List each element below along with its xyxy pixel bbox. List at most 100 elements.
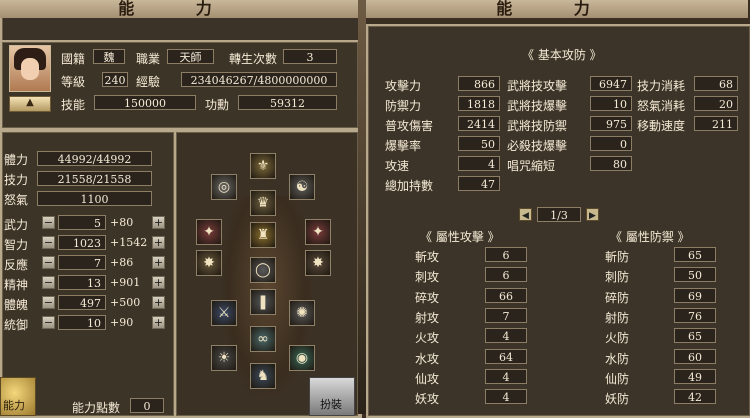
attribute-minus-button[interactable]: −: [42, 236, 55, 249]
elemental-attack-label: 水攻: [415, 351, 440, 366]
attribute-base-value: 10: [58, 315, 106, 330]
attribute-plus-button[interactable]: +: [152, 316, 165, 329]
elemental-defense-label: 火防: [605, 331, 630, 346]
mount-slot[interactable]: ♞: [250, 363, 276, 389]
elemental-attack-value: 7: [485, 307, 527, 323]
attribute-bonus-value: +90: [110, 316, 134, 329]
basic-stat-label: 普攻傷害: [385, 119, 434, 133]
weapon-icon: ⚜: [256, 158, 270, 174]
elemental-defense-value: 76: [674, 307, 716, 323]
right-ring-slot[interactable]: ✦: [305, 219, 331, 245]
basic-stat-value: 2414: [458, 116, 500, 131]
gloves-icon: ✺: [296, 305, 308, 321]
basic-stat-value: 975: [590, 116, 632, 131]
attribute-plus-button[interactable]: +: [152, 296, 165, 309]
attribute-defense-header: 《 屬性防禦 》: [610, 230, 690, 244]
boots-slot[interactable]: ⚔: [211, 300, 237, 326]
caret-left-icon: ◀: [522, 211, 529, 221]
costume-corner-label: 扮裝: [320, 398, 342, 411]
exp-label: 經驗: [136, 75, 161, 89]
vital-value: 44992/44992: [37, 151, 152, 166]
basic-stat-label: 移動速度: [637, 119, 686, 133]
page-prev-button[interactable]: ◀: [519, 208, 532, 221]
ring-slot[interactable]: ◉: [289, 345, 315, 371]
belt-slot[interactable]: ◯: [250, 257, 276, 283]
weapon-slot[interactable]: ⚜: [250, 153, 276, 179]
nationality-label: 國籍: [61, 52, 86, 66]
job-label: 職業: [136, 52, 161, 66]
gem-slot[interactable]: ✸: [305, 250, 331, 276]
armor-slot[interactable]: ♜: [250, 222, 276, 248]
attribute-label: 反應: [4, 258, 29, 272]
ability-corner-button[interactable]: 能力: [0, 377, 36, 416]
elemental-defense-value: 42: [674, 389, 716, 405]
basic-stat-label: 技力消耗: [637, 79, 686, 93]
ability-corner-label: 能力: [3, 399, 25, 412]
job-value: 天師: [167, 49, 214, 64]
gem-icon: ✸: [312, 255, 324, 271]
gloves-slot[interactable]: ✺: [289, 300, 315, 326]
skill-value: 150000: [94, 95, 196, 110]
basic-stat-value: 10: [590, 96, 632, 111]
elemental-defense-label: 妖防: [605, 392, 630, 407]
rebirth-label: 轉生次數: [229, 52, 278, 66]
caret-right-icon: ▶: [589, 211, 596, 221]
attribute-plus-button[interactable]: +: [152, 256, 165, 269]
elemental-defense-value: 65: [674, 247, 716, 262]
left-ring-slot[interactable]: ✦: [196, 219, 222, 245]
attribute-plus-button[interactable]: +: [152, 276, 165, 289]
basic-stat-value: 866: [458, 76, 500, 91]
amulet-slot[interactable]: ☀: [211, 345, 237, 371]
bracelet-slot[interactable]: ∞: [250, 326, 276, 352]
vital-value: 1100: [37, 191, 152, 206]
portrait-face: [21, 58, 39, 80]
helmet-slot[interactable]: ♛: [250, 190, 276, 216]
merit-value: 59312: [238, 95, 337, 110]
merit-label: 功勳: [205, 98, 230, 112]
elemental-defense-label: 碎防: [605, 290, 630, 305]
necklace-slot[interactable]: ◎: [211, 174, 237, 200]
attribute-minus-button[interactable]: −: [42, 296, 55, 309]
costume-corner-button[interactable]: 扮裝: [309, 377, 355, 416]
elemental-defense-value: 50: [674, 267, 716, 283]
nationality-value: 魏: [93, 49, 125, 64]
elemental-defense-value: 69: [674, 287, 716, 303]
orb-slot[interactable]: ☯: [289, 174, 315, 200]
attribute-minus-button[interactable]: −: [42, 276, 55, 289]
attribute-base-value: 1023: [58, 235, 106, 250]
basic-stat-label: 怒氣消耗: [637, 99, 686, 113]
elemental-defense-label: 斬防: [605, 250, 630, 264]
elemental-attack-value: 6: [485, 267, 527, 283]
page-next-button[interactable]: ▶: [586, 208, 599, 221]
elemental-defense-label: 水防: [605, 351, 630, 366]
basic-stat-value: 50: [458, 136, 500, 151]
attribute-bonus-value: +1542: [110, 236, 148, 249]
basic-stat-label: 攻速: [385, 159, 410, 173]
right-ring-icon: ✦: [312, 224, 324, 240]
pants-icon: ❚: [257, 294, 269, 310]
rebirth-value: 3: [283, 49, 337, 64]
basic-stat-label: 防禦力: [385, 99, 422, 113]
basic-stat-value: 0: [590, 136, 632, 151]
elemental-defense-label: 射防: [605, 310, 630, 325]
elemental-attack-label: 斬攻: [415, 250, 440, 264]
attribute-minus-button[interactable]: −: [42, 316, 55, 329]
basic-stat-label: 必殺技爆擊: [507, 139, 568, 153]
portrait-upgrade-button[interactable]: ▲: [9, 96, 51, 112]
charm-slot[interactable]: ✸: [196, 250, 222, 276]
attribute-label: 武力: [4, 218, 29, 232]
skill-label: 技能: [61, 98, 86, 112]
bracelet-icon: ∞: [257, 331, 269, 347]
attribute-minus-button[interactable]: −: [42, 256, 55, 269]
top-gap-scenery: [358, 0, 366, 414]
helmet-icon: ♛: [256, 195, 270, 211]
attribute-plus-button[interactable]: +: [152, 216, 165, 229]
attribute-label: 智力: [4, 238, 29, 252]
right-panel-title: 能 力: [366, 0, 748, 18]
basic-stat-label: 武將技爆擊: [507, 99, 568, 113]
attribute-plus-button[interactable]: +: [152, 236, 165, 249]
pants-slot[interactable]: ❚: [250, 289, 276, 315]
charm-icon: ✸: [203, 255, 215, 271]
left-ring-icon: ✦: [203, 224, 215, 240]
attribute-minus-button[interactable]: −: [42, 216, 55, 229]
